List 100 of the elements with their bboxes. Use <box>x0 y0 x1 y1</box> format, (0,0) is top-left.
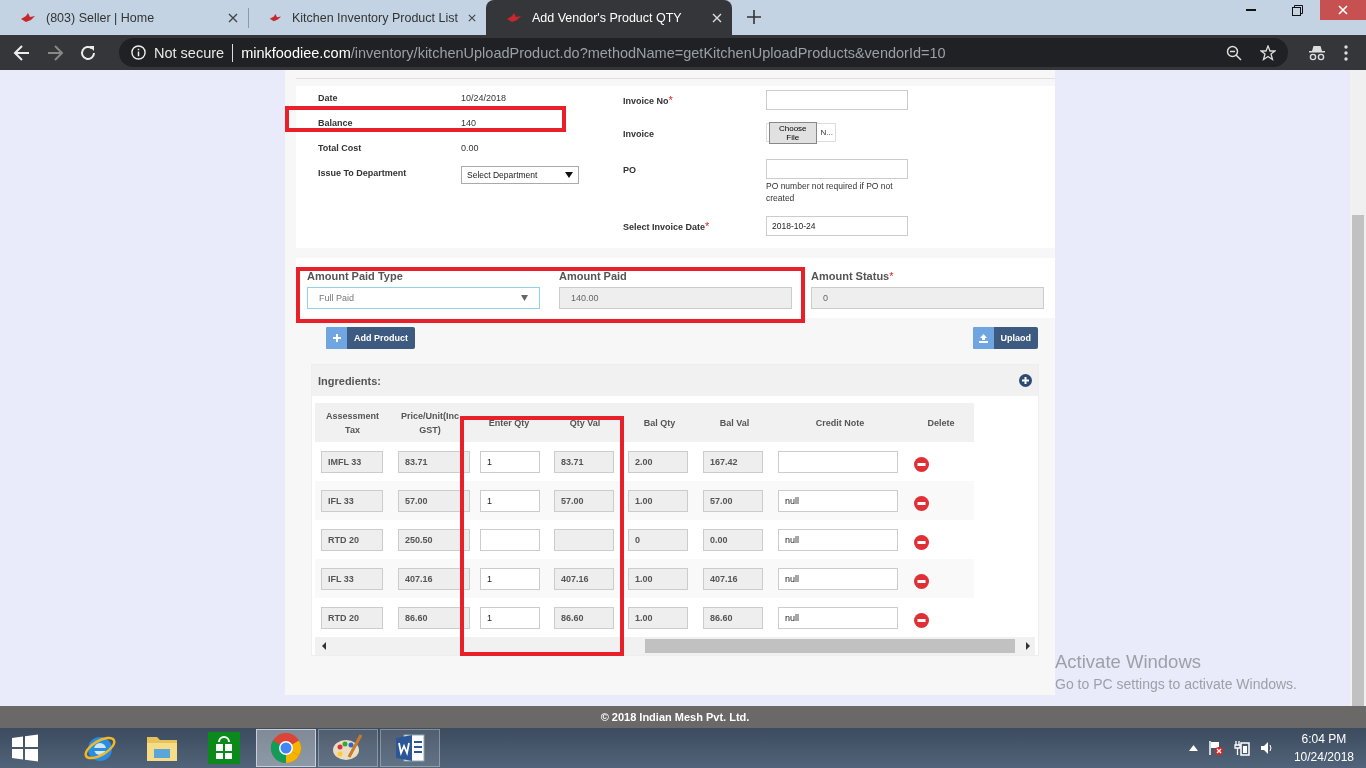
readonly-field: 407.16 <box>554 567 614 590</box>
text-field[interactable] <box>766 159 908 179</box>
flag-error-icon[interactable] <box>1207 740 1224 756</box>
forward-icon[interactable] <box>45 42 65 63</box>
vertical-scrollbar[interactable] <box>1350 70 1366 706</box>
readonly-field: 0 <box>811 287 1044 309</box>
restore-icon[interactable] <box>1291 4 1303 16</box>
required-mark: * <box>705 220 710 232</box>
url-text: minkfoodiee.com/inventory/kitchenUploadProduct.do?methodName=getKitchenUploadProducts&vendorId=10 <box>241 44 946 61</box>
text-field[interactable]: null <box>778 567 898 590</box>
text-field[interactable]: null <box>778 489 898 512</box>
readonly-field: 1.00 <box>628 489 688 512</box>
close-icon[interactable] <box>228 12 238 23</box>
text-field[interactable]: 2018-10-24 <box>766 216 908 236</box>
field-label: Date <box>318 93 339 103</box>
column-header: Bal Qty <box>622 403 697 442</box>
clock[interactable]: 6:04 PM 10/24/2018 <box>1293 730 1354 766</box>
readonly-field: 83.71 <box>554 450 614 473</box>
back-icon[interactable] <box>12 42 32 63</box>
field-label: PO <box>623 165 636 175</box>
readonly-field: IMFL 33 <box>321 450 383 473</box>
readonly-field: 86.60 <box>554 606 614 629</box>
required-mark: * <box>668 94 673 106</box>
incognito-icon[interactable] <box>1308 44 1326 61</box>
add-circle-icon[interactable] <box>1019 374 1032 387</box>
readonly-field: IFL 33 <box>321 489 383 512</box>
field-label: Amount Status <box>811 270 890 282</box>
column-header: Assessment Tax <box>315 403 390 442</box>
remove-icon[interactable] <box>914 456 929 472</box>
text-field[interactable]: null <box>778 606 898 629</box>
remove-icon[interactable] <box>914 495 929 511</box>
text-field[interactable]: 1 <box>480 489 540 512</box>
readonly-field: IFL 33 <box>321 567 383 590</box>
menu-icon[interactable] <box>1344 44 1348 61</box>
readonly-field: 250.50 <box>398 528 470 551</box>
minimize-icon[interactable] <box>1246 8 1256 12</box>
battery-plug-icon[interactable] <box>1233 740 1250 756</box>
readonly-field: 0 <box>628 528 688 551</box>
star-icon[interactable] <box>1260 44 1276 61</box>
field-value: 0.00 <box>461 143 480 153</box>
file-name: N... <box>820 128 833 137</box>
section-title: Ingredients: <box>318 374 381 387</box>
zoom-out-icon[interactable] <box>1226 44 1242 61</box>
add-product-button[interactable]: Add Product <box>326 327 415 349</box>
word-document-icon[interactable] <box>394 732 426 764</box>
readonly-field: RTD 20 <box>321 528 383 551</box>
readonly-field: 167.42 <box>703 450 763 473</box>
column-header: Price/Unit(Inc GST) <box>390 403 470 442</box>
chrome-icon[interactable] <box>270 732 302 764</box>
remove-icon[interactable] <box>914 534 929 550</box>
remove-icon[interactable] <box>914 612 929 628</box>
field-value: 140 <box>461 118 478 128</box>
text-field[interactable] <box>766 90 908 110</box>
payment-type-dropdown[interactable]: Full Paid <box>307 287 540 309</box>
field-label: Issue To Department <box>318 168 408 178</box>
readonly-field: RTD 20 <box>321 606 383 629</box>
text-field[interactable] <box>480 528 540 551</box>
field-label: Amount Paid Type <box>307 270 403 282</box>
browser-tab[interactable]: Add Vendor's Product QTY <box>486 0 732 35</box>
close-icon[interactable] <box>467 12 476 23</box>
readonly-field: 407.16 <box>703 567 763 590</box>
text-field[interactable]: 1 <box>480 567 540 590</box>
text-field[interactable]: 1 <box>480 606 540 629</box>
required-mark: * <box>889 270 894 282</box>
bird-logo-icon <box>20 12 36 23</box>
plus-icon <box>332 334 341 342</box>
upload-button[interactable]: Uplaod <box>972 327 1038 349</box>
readonly-field: 83.71 <box>398 450 470 473</box>
readonly-field: 1.00 <box>628 606 688 629</box>
readonly-field <box>554 528 614 551</box>
column-header: Credit Note <box>772 403 908 442</box>
text-field[interactable]: 1 <box>480 450 540 473</box>
department-dropdown[interactable]: Select Department <box>461 166 579 184</box>
column-header: Delete <box>908 403 974 442</box>
text-field[interactable] <box>778 450 898 473</box>
new-tab-icon[interactable] <box>746 9 762 25</box>
field-label: Select Invoice Date <box>623 222 706 232</box>
choose-file-button[interactable]: Choose File <box>769 121 817 144</box>
show-hidden-icon[interactable] <box>1188 745 1198 751</box>
readonly-field: 0.00 <box>703 528 763 551</box>
speaker-icon[interactable] <box>1259 741 1274 755</box>
horizontal-scrollbar[interactable] <box>315 637 1035 655</box>
readonly-field: 407.16 <box>398 567 470 590</box>
readonly-field: 1.00 <box>628 567 688 590</box>
browser-tab[interactable]: Kitchen Inventory Product List <box>249 0 486 35</box>
address-bar[interactable]: Not secure minkfoodiee.com/inventory/kitchenUploadProduct.do?methodName=getKitchenUploadProducts&vendorId=10 <box>119 38 1288 67</box>
security-label: Not secure <box>154 44 225 61</box>
upload-icon <box>978 333 988 343</box>
field-label: Invoice No <box>623 96 669 106</box>
remove-icon[interactable] <box>914 573 929 589</box>
readonly-field: 57.00 <box>554 489 614 512</box>
scroll-right-icon[interactable] <box>1023 641 1033 651</box>
info-icon[interactable] <box>131 45 146 60</box>
field-label: Balance <box>318 118 354 128</box>
text-field[interactable]: null <box>778 528 898 551</box>
browser-tab[interactable]: (803) Seller | Home <box>0 0 248 35</box>
windows-start-icon[interactable] <box>10 733 40 763</box>
field-value: 10/24/2018 <box>461 93 508 103</box>
bird-logo-icon <box>506 12 522 23</box>
store-bag-icon[interactable] <box>208 732 240 764</box>
